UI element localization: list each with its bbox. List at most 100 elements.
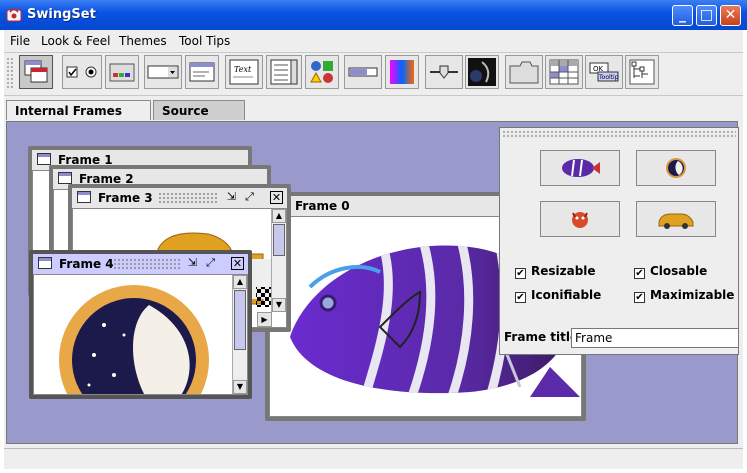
checkbox-checkmark: ✔ (634, 292, 645, 303)
tree-demo-icon (629, 59, 655, 85)
closable-label: Closable (650, 264, 708, 278)
create-devil-frame-button[interactable] (540, 201, 620, 237)
create-fish-frame-button[interactable] (540, 150, 620, 186)
check-radio-demo-icon (66, 66, 97, 78)
scroll-thumb[interactable] (273, 224, 285, 256)
panel-grip[interactable] (502, 130, 736, 138)
split-pane-demo-button[interactable] (465, 55, 499, 89)
frame-3-vertical-scrollbar[interactable]: ▲ ▼ (271, 209, 286, 312)
scroll-up-button[interactable]: ▲ (233, 275, 247, 289)
menu-look-and-feel[interactable]: Look & Feel (41, 34, 110, 48)
minimize-icon: _ (679, 7, 686, 23)
car-thumb-icon (658, 213, 694, 229)
title-grip (158, 192, 218, 203)
iconify-icon: ⇲ (226, 190, 237, 203)
html-demo-icon: Text (229, 59, 259, 85)
maximize-frame-button[interactable]: ⤢ (243, 191, 256, 204)
list-demo-icon (270, 59, 298, 85)
close-frame-icon: ✕ (232, 257, 243, 270)
menubar: File Look & Feel Themes Tool Tips (4, 31, 743, 52)
frame-creation-panel: ✔ Resizable ✔ Closable ✔ Iconifiable ✔ Maxim… (499, 127, 739, 355)
resizable-checkbox[interactable]: ✔ Resizable (515, 264, 596, 279)
frame-4-titlebar[interactable]: Frame 4 ⇲ ⤢ ✕ (33, 254, 248, 274)
tooltip-demo-tip-text: Tooltip (598, 74, 619, 81)
menu-file[interactable]: File (10, 34, 30, 48)
tooltip-demo-icon: OKTooltip (589, 62, 619, 82)
iconify-button[interactable]: ⇲ (225, 191, 238, 204)
check-radio-demo-button[interactable] (62, 55, 102, 89)
resizable-label: Resizable (531, 264, 596, 278)
closable-checkbox[interactable]: ✔ Closable (634, 264, 707, 279)
moon-image (59, 285, 209, 394)
table-demo-button[interactable] (545, 55, 583, 89)
frame-4-content: ▲ ▼ (33, 274, 248, 395)
demo-toolbar: Text OK Tooltip (4, 52, 743, 96)
window-titlebar[interactable]: SwingSet _ □ ✕ (0, 0, 747, 30)
list-demo-button[interactable] (266, 55, 302, 89)
maximize-frame-icon: ⤢ (206, 256, 215, 269)
color-chooser-demo-icon (390, 60, 414, 84)
menu-themes[interactable]: Themes (119, 34, 167, 48)
option-pane-demo-button[interactable] (305, 55, 339, 89)
menu-tool-tips[interactable]: Tool Tips (179, 34, 230, 48)
close-frame-button[interactable]: ✕ (270, 191, 283, 204)
file-chooser-demo-icon (109, 63, 135, 82)
tree-demo-button[interactable] (625, 55, 659, 89)
maximize-frame-icon: ⤢ (245, 190, 254, 203)
frame-icon (38, 257, 52, 269)
maximizable-checkbox[interactable]: ✔ Maximizable (634, 288, 734, 303)
close-frame-button[interactable]: ✕ (231, 257, 244, 270)
split-pane-demo-icon (468, 58, 496, 86)
html-demo-button[interactable]: Text (225, 55, 263, 89)
close-frame-icon: ✕ (271, 191, 282, 204)
scroll-thumb[interactable] (234, 290, 246, 350)
maximize-button[interactable]: □ (696, 5, 717, 26)
file-chooser-demo-button[interactable] (105, 55, 139, 89)
swingset-app-icon (6, 8, 22, 22)
title-grip (113, 258, 181, 269)
checkbox-checkmark: ✔ (515, 292, 526, 303)
frame-icon (37, 153, 51, 165)
maximize-frame-button[interactable]: ⤢ (204, 257, 217, 270)
tooltip-demo-button[interactable]: OK Tooltip (585, 55, 623, 89)
combobox-demo-icon (147, 65, 179, 79)
frame-3-title-controls: ⇲ ⤢ ✕ (72, 188, 287, 208)
iconifiable-label: Iconifiable (531, 288, 602, 302)
frame-0-title: Frame 0 (295, 199, 350, 213)
toolbar-grip[interactable] (6, 57, 14, 89)
dialog-demo-button[interactable] (185, 55, 219, 89)
maximize-icon: □ (699, 7, 714, 23)
checkbox-checkmark: ✔ (634, 268, 645, 279)
progress-bar-demo-button[interactable] (344, 55, 382, 89)
color-chooser-demo-button[interactable] (385, 55, 419, 89)
close-icon: ✕ (724, 7, 737, 23)
minimize-button[interactable]: _ (672, 5, 693, 26)
iconify-icon: ⇲ (187, 256, 198, 269)
iconify-button[interactable]: ⇲ (186, 257, 199, 270)
frame-4-vertical-scrollbar[interactable]: ▲ ▼ (232, 275, 247, 394)
slider-demo-icon (430, 65, 458, 79)
combobox-demo-button[interactable] (144, 55, 182, 89)
checkbox-checkmark: ✔ (515, 268, 526, 279)
moon-thumb-icon (666, 158, 686, 178)
tab-internal-frames-demo[interactable]: Internal Frames Demo (6, 100, 151, 138)
scroll-down-button[interactable]: ▼ (233, 380, 247, 394)
iconifiable-checkbox[interactable]: ✔ Iconifiable (515, 288, 601, 303)
tab-strip: Internal Frames Demo Source Code (0, 100, 747, 138)
html-demo-sample-text: Text (234, 65, 252, 74)
scroll-up-button[interactable]: ▲ (272, 209, 286, 223)
close-button[interactable]: ✕ (720, 5, 741, 26)
table-demo-icon (549, 59, 579, 85)
internal-frames-demo-button[interactable] (19, 55, 53, 89)
internal-frame-4[interactable]: Frame 4 ⇲ ⤢ ✕ ▲ ▼ (29, 250, 252, 399)
create-moon-frame-button[interactable] (636, 150, 716, 186)
scroll-down-button[interactable]: ▼ (272, 298, 286, 312)
fish-thumb-icon (562, 159, 600, 177)
progress-bar-demo-icon (348, 67, 378, 77)
create-car-frame-button[interactable] (636, 201, 716, 237)
frame-title-input[interactable] (571, 328, 739, 348)
slider-demo-button[interactable] (425, 55, 463, 89)
tab-source-code[interactable]: Source Code (153, 100, 245, 138)
scroll-right-button[interactable]: ▶ (257, 312, 272, 327)
tabbed-pane-demo-button[interactable] (505, 55, 543, 89)
